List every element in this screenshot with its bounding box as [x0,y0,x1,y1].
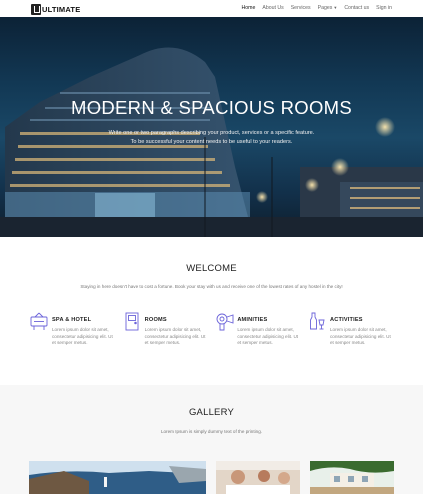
nav-link-signin[interactable]: Sign in [376,5,392,11]
hero-subtitle: Write one or two paragraphs describing y… [0,129,423,147]
logo-text: ULTIMATE [42,4,81,14]
nav-links: Home About Us Services Pages▼ Contact us… [242,5,392,11]
feature-title: AMINITIES [237,317,268,323]
feature-activities: ACTIVITIES Lorem ipsum dolor sit amet, c… [307,311,395,347]
hero-subtitle-line1: Write one or two paragraphs describing y… [108,130,315,136]
nav-link-services[interactable]: Services [291,5,311,11]
door-icon [125,312,139,331]
hero-background-image [0,47,423,237]
chevron-down-icon: ▼ [333,5,338,10]
nav-link-contact[interactable]: Contact us [344,5,369,11]
features-row: SPA & HOTEL Lorem ipsum dolor sit amet, … [29,311,395,347]
nav-link-pages-label: Pages [317,5,333,11]
nav-link-about[interactable]: About Us [262,5,283,11]
feature-rooms: ROOMS Lorem ipsum dolor sit amet, consec… [122,311,210,347]
top-navbar: ULTIMATE Home About Us Services Pages▼ C… [0,0,423,17]
bottle-glass-icon [310,312,325,330]
gallery-image-coast[interactable] [29,461,206,494]
feature-text: Lorem ipsum dolor sit amet, consectetur … [237,327,299,346]
feature-text: Lorem ipsum dolor sit amet, consectetur … [144,327,206,346]
hero-section: MODERN & SPACIOUS ROOMS Write one or two… [0,17,423,237]
welcome-text: Staying in here doesn't have to cost a f… [80,284,343,289]
brand-logo[interactable]: ULTIMATE [31,3,80,15]
feature-text: Lorem ipsum dolor sit amet, consectetur … [329,327,391,346]
gallery-image-outdoor[interactable] [310,461,394,494]
feature-title: ACTIVITIES [329,317,363,323]
feature-spa-hotel: SPA & HOTEL Lorem ipsum dolor sit amet, … [29,311,117,347]
welcome-heading: WELCOME [186,263,237,274]
hair-dryer-icon [216,313,234,331]
feature-amenities: AMINITIES Lorem ipsum dolor sit amet, co… [214,311,302,347]
gallery-subtitle: Lorem Ipsum is simply dummy text of the … [160,429,263,434]
feature-title: ROOMS [144,317,167,323]
gallery-image-dining[interactable] [216,461,300,494]
gallery-heading: GALLERY [188,407,235,418]
logo-mark-icon [31,3,41,15]
feature-text: Lorem ipsum dolor sit amet, consectetur … [52,327,113,346]
hotel-sign-icon [30,312,48,330]
nav-link-home[interactable]: Home [242,5,256,11]
hero-subtitle-line2: To be successful your content needs to b… [130,139,293,145]
hero-title: MODERN & SPACIOUS ROOMS [70,97,352,118]
feature-title: SPA & HOTEL [52,317,92,323]
nav-link-pages[interactable]: Pages▼ [318,5,338,11]
